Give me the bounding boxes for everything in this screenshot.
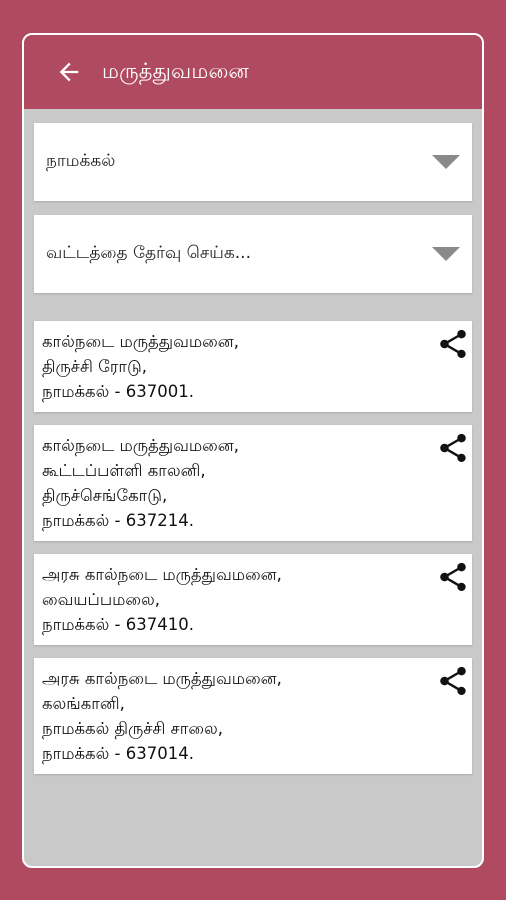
hospital-address-line: திருச்சி ரோடு, [42,357,147,376]
district-selected-value: நாமக்கல் [46,151,116,171]
page-title: மருத்துவமனை [102,58,249,83]
hospital-name: கால்நடை மருத்துவமனை, [42,436,240,455]
hospital-card[interactable]: கால்நடை மருத்துவமனை, திருச்சி ரோடு, நாமக… [34,321,472,412]
dropdown-arrow-icon [432,155,460,169]
district-dropdown[interactable]: நாமக்கல் [34,123,472,201]
hospital-list: கால்நடை மருத்துவமனை, திருச்சி ரோடு, நாமக… [34,321,472,774]
taluk-selected-value: வட்டத்தை தேர்வு செய்க... [46,243,251,263]
hospital-name: அரசு கால்நடை மருத்துவமனை, [42,565,282,584]
hospital-name: கால்நடை மருத்துவமனை, [42,332,240,351]
share-icon[interactable] [436,327,470,361]
hospital-address-line: நாமக்கல் - 637214. [42,511,194,530]
app-bar: மருத்துவமனை [24,35,482,109]
hospital-address-line: திருச்செங்கோடு, [42,486,168,505]
hospital-address-line: நாமக்கல் திருச்சி சாலை, [42,719,223,738]
hospital-card[interactable]: கால்நடை மருத்துவமனை, கூட்டப்பள்ளி காலனி,… [34,425,472,541]
hospital-card[interactable]: அரசு கால்நடை மருத்துவமனை, வையப்பமலை, நாம… [34,554,472,645]
taluk-dropdown[interactable]: வட்டத்தை தேர்வு செய்க... [34,215,472,293]
hospital-name: அரசு கால்நடை மருத்துவமனை, [42,669,282,688]
app-window: மருத்துவமனை நாமக்கல் வட்டத்தை தேர்வு செய… [22,33,484,868]
main-content: நாமக்கல் வட்டத்தை தேர்வு செய்க... கால்நட… [24,109,482,774]
hospital-address-line: கலங்கானி, [42,694,125,713]
hospital-address-line: நாமக்கல் - 637014. [42,744,194,763]
share-icon[interactable] [436,431,470,465]
arrow-left-icon [59,62,79,82]
share-icon[interactable] [436,560,470,594]
share-icon[interactable] [436,664,470,698]
hospital-address-line: நாமக்கல் - 637410. [42,615,194,634]
hospital-address-line: வையப்பமலை, [42,590,160,609]
back-button[interactable] [52,55,86,89]
dropdown-arrow-icon [432,247,460,261]
hospital-card[interactable]: அரசு கால்நடை மருத்துவமனை, கலங்கானி, நாமக… [34,658,472,774]
hospital-address-line: நாமக்கல் - 637001. [42,382,194,401]
hospital-address-line: கூட்டப்பள்ளி காலனி, [42,461,206,480]
